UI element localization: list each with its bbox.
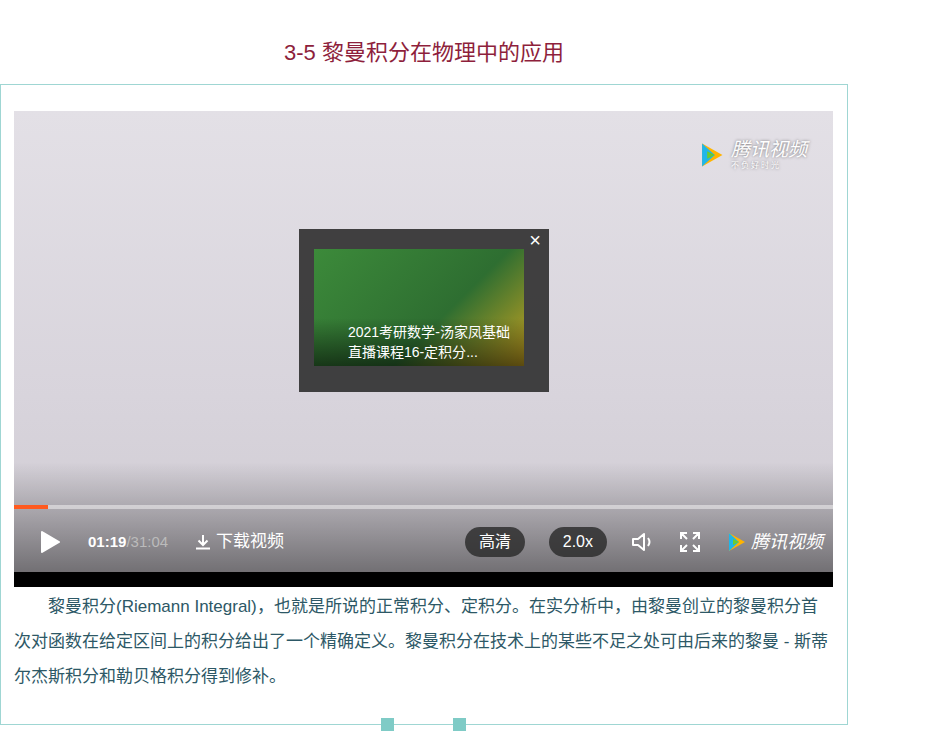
video-letterbox [14,572,833,587]
recommend-thumbnail[interactable]: 2021考研数学-汤家凤基础直播课程16-定积分... [314,249,524,366]
progress-fill [14,505,48,509]
current-time: 01:19 [88,533,126,550]
page-title: 3-5 黎曼积分在物理中的应用 [0,38,848,68]
decor-square [453,718,466,731]
recommend-caption[interactable]: 2021考研数学-汤家凤基础直播课程16-定积分... [314,318,524,366]
video-player[interactable]: 腾讯视频不负好时光2021考研数学-汤家凤基础直播课程16-定积分...×01:… [14,111,833,587]
download-label: 下载视频 [216,529,284,555]
control-shade [14,462,833,572]
tencent-logo[interactable]: 腾讯视频 [725,529,823,556]
speed-button[interactable]: 2.0x [549,527,607,557]
progress-track[interactable] [14,505,833,509]
decor-square [381,718,394,731]
logo-text: 腾讯视频 [751,529,823,556]
time-display: 01:19/31:04 [88,531,168,554]
watermark-title: 腾讯视频 [731,139,807,161]
recommend-popup: 2021考研数学-汤家凤基础直播课程16-定积分... × [299,229,549,392]
watermark: 腾讯视频不负好时光 [697,139,807,171]
tencent-logo-icon [697,141,725,169]
watermark-slogan: 不负好时光 [731,161,807,171]
watermark-text: 腾讯视频不负好时光 [731,139,807,171]
control-bar: 01:19/31:04 下载视频 高清 2.0x 腾讯视频 [14,525,833,559]
close-button[interactable]: × [525,229,545,251]
download-icon [194,533,212,551]
duration: /31:04 [126,533,168,550]
content-panel: 腾讯视频不负好时光2021考研数学-汤家凤基础直播课程16-定积分...×01:… [0,84,848,725]
quality-button[interactable]: 高清 [465,527,525,557]
play-icon[interactable] [40,531,60,553]
description: 黎曼积分(Riemann Integral)，也就是所说的正常积分、定积分。在实… [14,587,834,694]
fullscreen-icon[interactable] [679,531,701,553]
tencent-play-icon [725,531,747,553]
download-button[interactable]: 下载视频 [194,529,284,555]
volume-icon[interactable] [631,531,655,553]
